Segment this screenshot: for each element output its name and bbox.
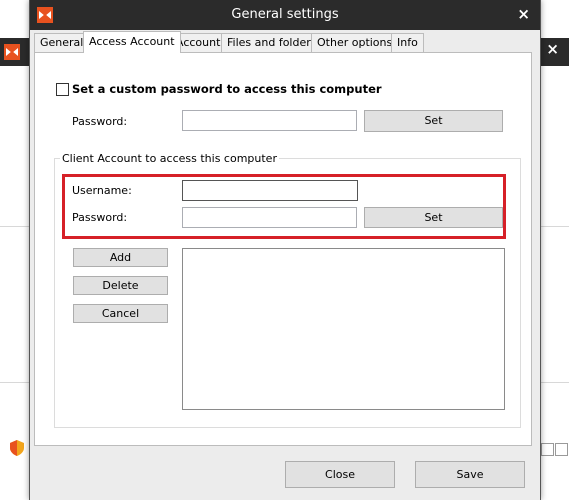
client-account-group-title: Client Account to access this computer: [60, 152, 279, 165]
dialog-titlebar: General settings ×: [30, 0, 540, 30]
custom-password-set-button[interactable]: Set: [364, 110, 503, 132]
tab-info[interactable]: Info: [391, 33, 424, 52]
credentials-highlight-box: [62, 174, 506, 239]
add-button[interactable]: Add: [73, 248, 168, 267]
delete-button[interactable]: Delete: [73, 276, 168, 295]
background-close-icon[interactable]: ×: [546, 40, 559, 58]
general-settings-dialog: General settings × General Access Accoun…: [29, 0, 541, 500]
background-checkbox[interactable]: [541, 443, 554, 456]
cancel-button[interactable]: Cancel: [73, 304, 168, 323]
password-label: Password:: [72, 115, 128, 128]
save-button[interactable]: Save: [415, 461, 525, 488]
custom-password-field[interactable]: [182, 110, 357, 131]
custom-password-label[interactable]: Set a custom password to access this com…: [72, 82, 382, 96]
tab-other-options[interactable]: Other options: [311, 33, 399, 52]
tab-access-account[interactable]: Access Account: [83, 31, 181, 53]
access-account-panel: Set a custom password to access this com…: [34, 52, 532, 446]
background-checkbox[interactable]: [555, 443, 568, 456]
custom-password-checkbox[interactable]: [56, 83, 69, 96]
tab-general[interactable]: General: [34, 33, 90, 52]
client-accounts-list[interactable]: [182, 248, 505, 410]
dialog-title: General settings: [231, 7, 339, 22]
tab-files-and-folders[interactable]: Files and folders: [221, 33, 323, 52]
close-button[interactable]: Close: [285, 461, 395, 488]
close-icon[interactable]: ×: [517, 5, 530, 23]
app-logo-icon: [4, 44, 20, 60]
shield-icon: [10, 440, 24, 456]
